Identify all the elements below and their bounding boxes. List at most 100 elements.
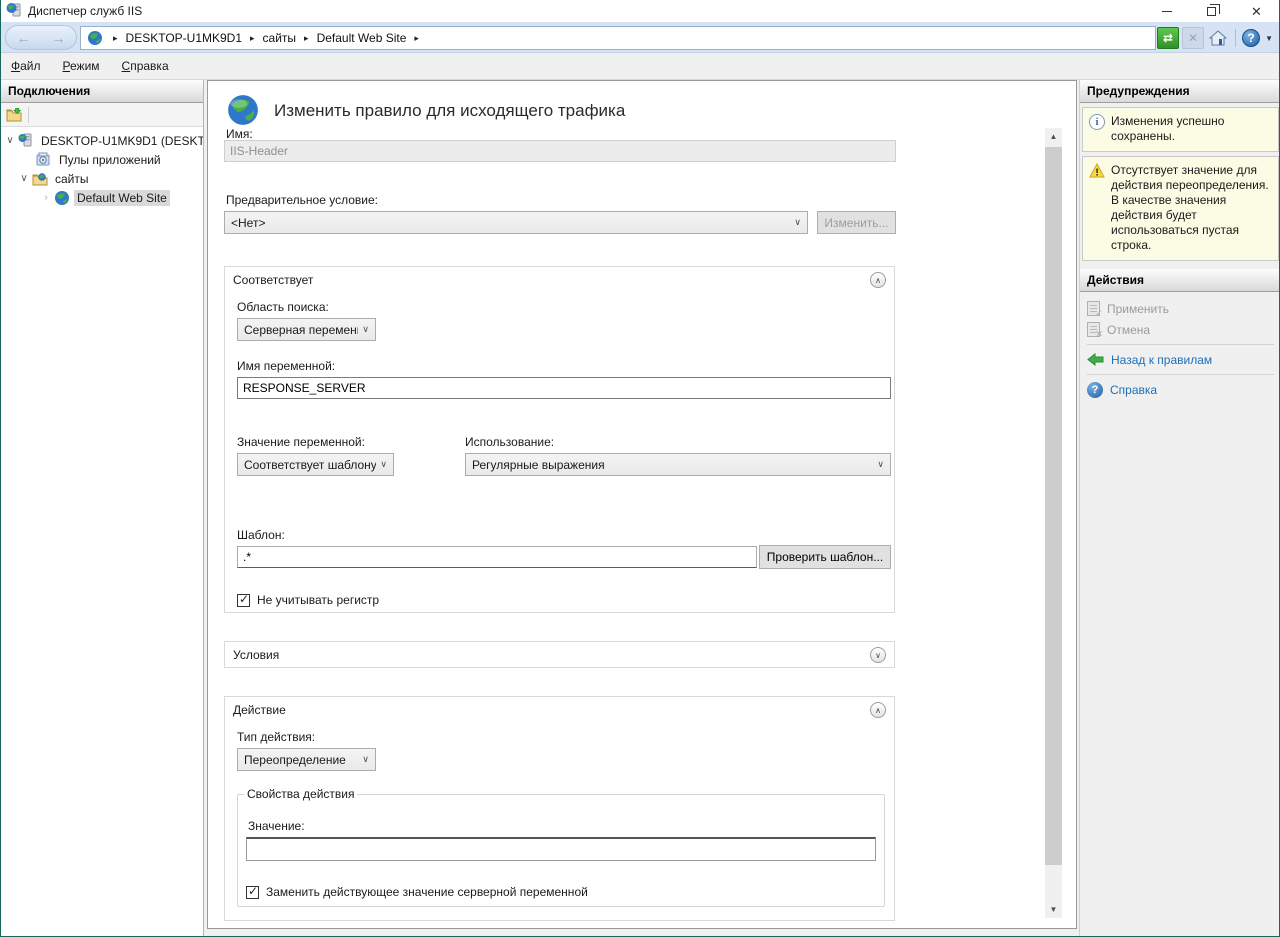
breadcrumb-item-sites[interactable]: сайты bbox=[263, 31, 297, 45]
collapse-icon[interactable]: ∧ bbox=[870, 702, 886, 718]
feature-globe-icon bbox=[226, 93, 260, 130]
menu-bar: Файл Режим Справка bbox=[1, 53, 1279, 80]
main-scrollbar[interactable]: ▲ ▼ bbox=[1045, 128, 1062, 918]
stop-button[interactable]: ✕ bbox=[1182, 27, 1204, 49]
breadcrumb-separator-icon: ▸ bbox=[250, 33, 255, 44]
conditions-section-header[interactable]: Условия ∨ bbox=[225, 642, 894, 668]
help-button[interactable]: ? bbox=[1242, 29, 1260, 47]
action-section-header[interactable]: Действие ∧ bbox=[225, 697, 894, 723]
actions-header: Действия bbox=[1080, 269, 1280, 292]
warning-icon bbox=[1089, 163, 1105, 253]
match-section-title: Соответствует bbox=[233, 273, 313, 287]
info-icon: i bbox=[1089, 114, 1105, 130]
close-button[interactable]: ✕ bbox=[1234, 0, 1279, 22]
iis-manager-window: Диспетчер служб IIS ✕ ← → ▸ DESKTOP-U1MK… bbox=[0, 0, 1280, 937]
breadcrumb-item-server[interactable]: DESKTOP-U1MK9D1 bbox=[126, 31, 242, 45]
menu-view[interactable]: Режим bbox=[63, 59, 100, 73]
breadcrumb[interactable]: ▸ DESKTOP-U1MK9D1 ▸ сайты ▸ Default Web … bbox=[80, 26, 1156, 50]
connect-folder-icon[interactable] bbox=[6, 108, 22, 122]
scroll-down-icon[interactable]: ▼ bbox=[1045, 901, 1062, 918]
menu-file[interactable]: Файл bbox=[11, 59, 41, 73]
address-bar: ← → ▸ DESKTOP-U1MK9D1 ▸ сайты ▸ Default … bbox=[1, 22, 1279, 53]
test-pattern-button[interactable]: Проверить шаблон... bbox=[759, 545, 891, 569]
back-button[interactable]: ← bbox=[17, 31, 31, 45]
cancel-icon: ✕ bbox=[1087, 322, 1100, 337]
collapse-icon[interactable]: ∧ bbox=[870, 272, 886, 288]
back-arrow-icon bbox=[1087, 353, 1104, 366]
chevron-expanded-icon[interactable]: ∨ bbox=[4, 135, 16, 146]
precondition-dropdown[interactable]: <Нет> ∨ bbox=[224, 211, 808, 234]
breadcrumb-separator-icon: ▸ bbox=[304, 33, 309, 44]
page-title: Изменить правило для исходящего трафика bbox=[274, 101, 625, 121]
connections-toolbar bbox=[1, 103, 203, 127]
tree-item-default-web-site[interactable]: › Default Web Site bbox=[1, 188, 203, 207]
expand-icon[interactable]: ∨ bbox=[870, 647, 886, 663]
sites-folder-icon bbox=[32, 172, 48, 186]
minimize-button[interactable] bbox=[1144, 0, 1189, 22]
replace-value-row[interactable]: Заменить действующее значение серверной … bbox=[246, 885, 588, 899]
menu-help[interactable]: Справка bbox=[122, 59, 169, 73]
stop-icon: ✕ bbox=[1188, 31, 1198, 45]
chevron-expanded-icon[interactable]: ∨ bbox=[18, 173, 30, 184]
scope-value: Серверная переменн bbox=[244, 323, 358, 337]
name-input bbox=[224, 140, 896, 162]
ignore-case-checkbox[interactable] bbox=[237, 594, 250, 607]
scope-dropdown[interactable]: Серверная переменн ∨ bbox=[237, 318, 376, 341]
connections-panel: Подключения ∨ DESKTOP-U1MK9D1 (DESKTOP П… bbox=[1, 80, 204, 936]
minimize-icon bbox=[1162, 11, 1172, 12]
scope-label: Область поиска: bbox=[237, 300, 329, 314]
scroll-up-icon[interactable]: ▲ bbox=[1045, 128, 1062, 145]
ignore-case-row[interactable]: Не учитывать регистр bbox=[237, 593, 379, 607]
chevron-down-icon: ∨ bbox=[362, 324, 369, 335]
refresh-button[interactable]: ⇄ bbox=[1157, 27, 1179, 49]
breadcrumb-item-default-web-site[interactable]: Default Web Site bbox=[317, 31, 407, 45]
chevron-down-icon: ∨ bbox=[877, 459, 884, 470]
connections-tree: ∨ DESKTOP-U1MK9D1 (DESKTOP Пулы приложен… bbox=[1, 127, 203, 207]
using-label: Использование: bbox=[465, 435, 554, 449]
action-type-dropdown[interactable]: Переопределение ∨ bbox=[237, 748, 376, 771]
home-button[interactable] bbox=[1207, 27, 1229, 49]
action-section-title: Действие bbox=[233, 703, 286, 717]
chevron-down-icon: ∨ bbox=[380, 459, 387, 470]
conditions-section: Условия ∨ bbox=[224, 641, 895, 668]
scrollbar-thumb[interactable] bbox=[1045, 147, 1062, 865]
back-to-rules-link[interactable]: Назад к правилам bbox=[1080, 349, 1280, 370]
variable-value-value: Соответствует шаблону bbox=[244, 458, 376, 472]
pattern-input[interactable] bbox=[237, 546, 757, 568]
action-properties-title: Свойства действия bbox=[244, 787, 357, 801]
variable-value-label: Значение переменной: bbox=[237, 435, 365, 449]
connections-header: Подключения bbox=[1, 80, 203, 103]
replace-value-label: Заменить действующее значение серверной … bbox=[266, 885, 588, 899]
alerts-header: Предупреждения bbox=[1080, 80, 1280, 103]
using-dropdown[interactable]: Регулярные выражения ∨ bbox=[465, 453, 891, 476]
variable-value-dropdown[interactable]: Соответствует шаблону ∨ bbox=[237, 453, 394, 476]
variable-name-input[interactable] bbox=[237, 377, 891, 399]
tree-item-app-pools[interactable]: Пулы приложений bbox=[1, 150, 203, 169]
tree-item-label: DESKTOP-U1MK9D1 (DESKTOP bbox=[38, 133, 203, 149]
action-type-value: Переопределение bbox=[244, 753, 358, 767]
tree-item-server[interactable]: ∨ DESKTOP-U1MK9D1 (DESKTOP bbox=[1, 131, 203, 150]
restore-button[interactable] bbox=[1189, 0, 1234, 22]
tree-item-sites[interactable]: ∨ сайты bbox=[1, 169, 203, 188]
action-section: Действие ∧ Тип действия: Переопределение… bbox=[224, 696, 895, 921]
match-section-header[interactable]: Соответствует ∧ bbox=[225, 267, 894, 293]
using-value: Регулярные выражения bbox=[472, 458, 873, 472]
chevron-down-icon: ∨ bbox=[362, 754, 369, 765]
edit-precondition-button: Изменить... bbox=[817, 211, 896, 234]
action-value-input[interactable] bbox=[246, 837, 876, 861]
replace-value-checkbox[interactable] bbox=[246, 886, 259, 899]
actions-separator bbox=[1087, 374, 1274, 375]
chevron-down-icon[interactable]: ▼ bbox=[1265, 34, 1273, 43]
chevron-collapsed-icon[interactable]: › bbox=[40, 192, 52, 203]
alert-text: Изменения успешно сохранены. bbox=[1111, 114, 1273, 144]
breadcrumb-separator-icon: ▸ bbox=[113, 33, 118, 44]
alert-info: i Изменения успешно сохранены. bbox=[1082, 107, 1279, 152]
title-bar: Диспетчер служб IIS ✕ bbox=[1, 0, 1279, 22]
window-title: Диспетчер служб IIS bbox=[28, 4, 142, 18]
help-icon: ? bbox=[1087, 382, 1103, 398]
actions-list: ✓ Применить ✕ Отмена Назад к правилам ? … bbox=[1080, 292, 1280, 400]
help-link[interactable]: ? Справка bbox=[1080, 379, 1280, 400]
conditions-section-title: Условия bbox=[233, 648, 279, 662]
forward-button[interactable]: → bbox=[52, 31, 66, 45]
application-pools-icon bbox=[36, 152, 52, 167]
